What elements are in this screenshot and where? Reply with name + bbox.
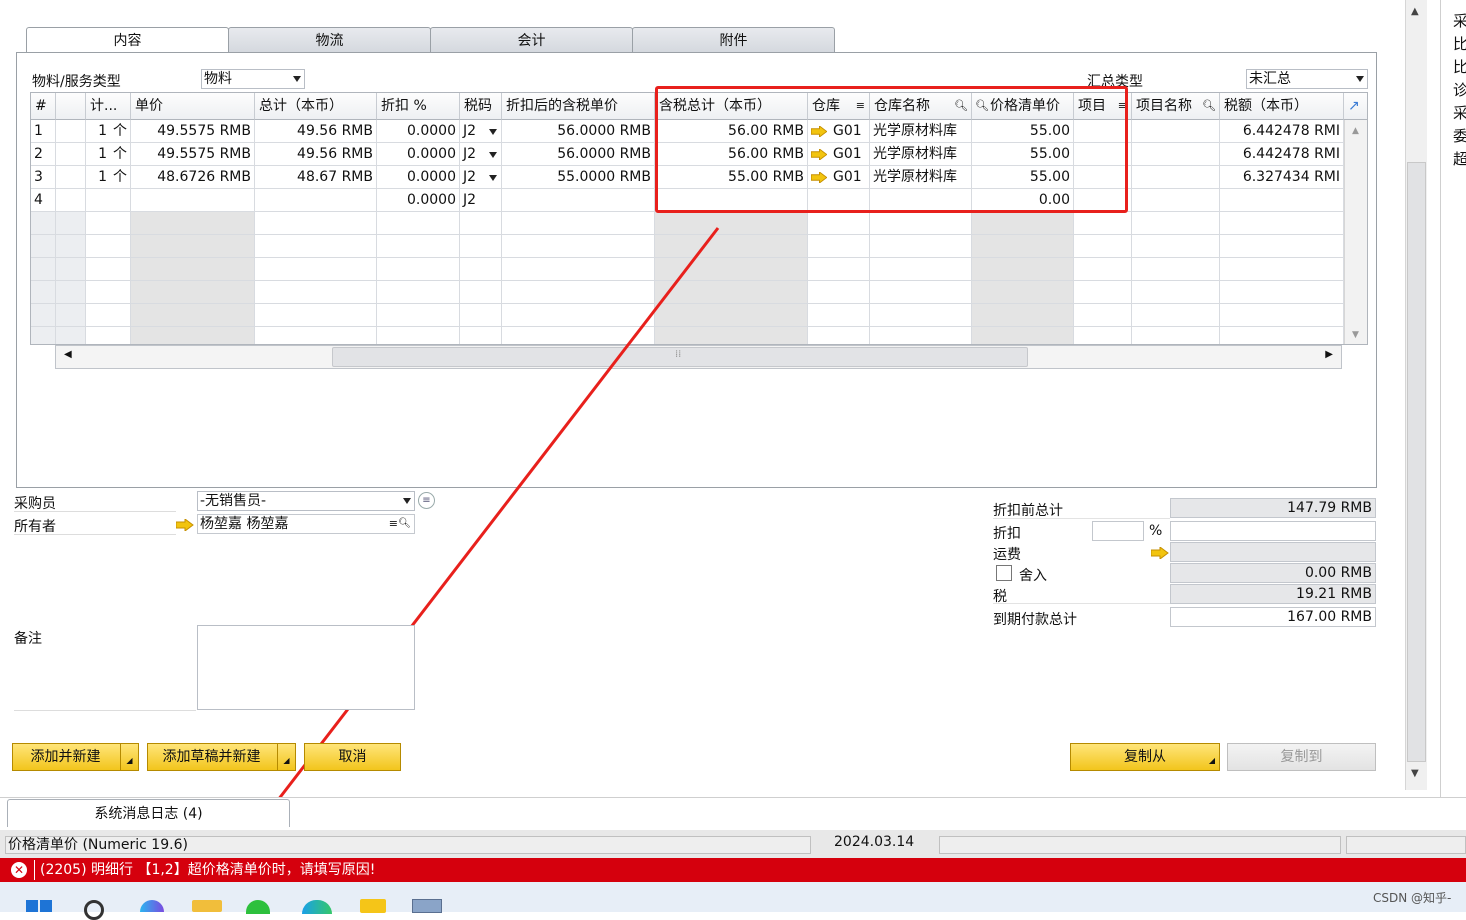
scroll-down-icon[interactable]: ▼ [1411,768,1419,779]
divider [34,860,35,880]
link-arrow-icon[interactable] [1151,547,1169,559]
owner-field[interactable]: 杨堃嘉 杨堃嘉 ≡ 🔍︎ [197,514,415,534]
status-date: 2024.03.14 [834,834,915,850]
side-pane-text: 比 [1453,56,1466,77]
watermark: CSDN @知乎- [1373,891,1452,905]
remarks-textarea[interactable] [197,625,415,710]
windows-taskbar: CSDN @知乎- [0,882,1466,920]
owner-value: 杨堃嘉 杨堃嘉 [200,516,289,532]
list-icon[interactable]: ≡ [389,515,398,533]
field-info: 价格清单价 (Numeric 19.6) [5,836,811,854]
annotation-arrow-icon [249,227,720,838]
side-pane-text: 采 [1453,102,1466,123]
divider [993,603,1170,604]
windows-start-icon[interactable] [26,900,38,912]
add-and-new-button[interactable]: 添加并新建 ◢ [12,743,139,771]
divider [14,511,176,512]
tax-value: 19.21 RMB [1170,584,1376,604]
freight-value [1170,542,1376,562]
discount-percent-input[interactable] [1092,521,1144,541]
side-pane-text: 比 [1453,33,1466,54]
scrollbar-thumb[interactable] [1407,162,1426,762]
total-due-value: 167.00 RMB [1170,607,1376,627]
sales-document-window: 内容 物流 会计 附件 物料/服务类型 物料 汇总类型 未汇总 # 计... 单… [0,0,1440,838]
dropdown-icon[interactable]: ◢ [120,744,138,770]
tab-system-message-log[interactable]: 系统消息日志 (4) [7,799,290,827]
side-pane-text: 采 [1453,10,1466,31]
copy-from-button[interactable]: 复制从 ◢ [1070,743,1220,771]
side-pane-text: 诊 [1453,79,1466,100]
window-vertical-scrollbar[interactable]: ▲ ▼ [1405,0,1427,790]
chevron-down-icon [403,498,411,504]
error-message-bar[interactable]: ✕ (2205) 明细行 【1,2】超价格清单价时，请填写原因! [0,858,1466,882]
status-field [1346,836,1466,854]
divider [14,534,176,535]
copy-to-button[interactable]: 复制到 [1227,743,1376,771]
app-icon[interactable] [360,899,386,913]
discount-amount-input[interactable] [1170,521,1376,541]
buyer-select[interactable]: -无销售员- [197,491,415,511]
total-due-label: 到期付款总计 [993,612,1077,628]
rounding-checkbox[interactable] [996,565,1012,581]
folder-icon[interactable] [192,900,222,912]
owner-label: 所有者 [14,519,56,535]
copilot-icon[interactable] [140,900,164,912]
dropdown-icon[interactable]: ◢ [1209,744,1215,778]
dropdown-icon[interactable]: ◢ [277,744,295,770]
rounding-value: 0.00 RMB [1170,563,1376,583]
add-draft-and-new-button[interactable]: 添加草稿并新建 ◢ [147,743,296,771]
remarks-label: 备注 [14,631,42,647]
divider [14,710,196,711]
before-discount-label: 折扣前总计 [993,503,1063,519]
freight-label: 运费 [993,547,1021,563]
discount-label: 折扣 [993,526,1021,542]
divider [993,518,1170,519]
before-discount-value: 147.79 RMB [1170,498,1376,518]
details-icon[interactable]: ≡ [418,492,435,509]
add-draft-label: 添加草稿并新建 [162,749,261,765]
window-icon[interactable] [412,899,442,913]
windows-start-icon [40,900,52,912]
status-field [939,836,1341,854]
add-and-new-label: 添加并新建 [30,749,101,765]
buyer-value: -无销售员- [200,493,267,509]
copy-from-label: 复制从 [1124,749,1166,765]
error-icon: ✕ [11,862,27,878]
search-icon[interactable] [84,900,104,920]
status-bar: 价格清单价 (Numeric 19.6) 2024.03.14 [0,830,1466,858]
side-pane-text: 超 [1453,148,1466,169]
search-icon[interactable]: 🔍︎ [398,515,411,533]
right-side-pane: 采比比诊采委超 [1440,0,1466,798]
rounding-label: 舍入 [1019,568,1047,584]
link-arrow-icon[interactable] [176,519,194,531]
cancel-button[interactable]: 取消 [304,743,401,771]
percent-sign: % [1149,523,1163,539]
scroll-up-icon[interactable]: ▲ [1411,6,1419,17]
buyer-label: 采购员 [14,496,56,512]
error-message-text: (2205) 明细行 【1,2】超价格清单价时，请填写原因! [40,862,376,878]
side-pane-text: 委 [1453,125,1466,146]
